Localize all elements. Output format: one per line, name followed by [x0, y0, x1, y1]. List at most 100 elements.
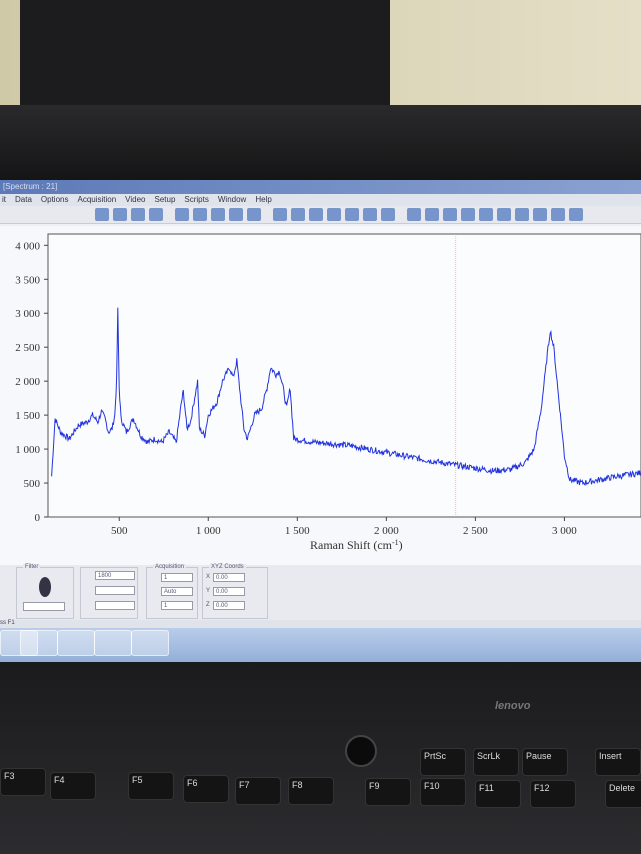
- toolbar-icon[interactable]: [515, 208, 529, 221]
- toolbar-icon[interactable]: [479, 208, 493, 221]
- taskbar-library[interactable]: [94, 630, 132, 656]
- toolbar-icon[interactable]: [533, 208, 547, 221]
- x-axis-label: Raman Shift (cm-1): [310, 538, 403, 553]
- toolbar-icon[interactable]: [175, 208, 189, 221]
- y-tick-label: 3 500: [15, 274, 40, 286]
- toolbar-icon[interactable]: [461, 208, 475, 221]
- acq-time-field[interactable]: 1: [161, 573, 193, 582]
- menu-window[interactable]: Window: [218, 194, 246, 206]
- x-coord-field[interactable]: 0.00: [213, 573, 245, 582]
- key-f12[interactable]: F12: [530, 780, 576, 808]
- menu-help[interactable]: Help: [255, 194, 271, 206]
- x-tick-label: 1 500: [285, 525, 310, 537]
- taskbar-paint[interactable]: [57, 630, 95, 656]
- taskbar-app[interactable]: [131, 630, 169, 656]
- x-axis-label: X: [206, 574, 211, 580]
- toolbar-icon[interactable]: [497, 208, 511, 221]
- key-f11[interactable]: F11: [475, 780, 521, 808]
- taskbar: [0, 628, 641, 662]
- filter-group: Filter: [16, 564, 74, 619]
- status-bar: ss F1: [0, 620, 641, 628]
- x-tick-label: 1 000: [196, 525, 221, 537]
- laptop-screen: [Spectrum : 21] it Data Options Acquisit…: [0, 180, 641, 662]
- key-f5[interactable]: F5: [128, 772, 174, 800]
- menu-data[interactable]: Data: [15, 194, 32, 206]
- toolbar-icon[interactable]: [273, 208, 287, 221]
- filter-select[interactable]: [23, 602, 65, 611]
- toolbar-icon[interactable]: [443, 208, 457, 221]
- power-button[interactable]: [345, 735, 377, 767]
- toolbar-icon[interactable]: [327, 208, 341, 221]
- acq-count-field[interactable]: 1: [161, 601, 193, 610]
- filter-wheel-icon: [39, 577, 51, 597]
- menu-options[interactable]: Options: [41, 194, 69, 206]
- key-f8[interactable]: F8: [288, 777, 334, 805]
- y-coord-field[interactable]: 0.00: [213, 587, 245, 596]
- y-tick-label: 2 000: [15, 376, 40, 388]
- key-f6[interactable]: F6: [183, 775, 229, 803]
- key-f9[interactable]: F9: [365, 778, 411, 806]
- z-coord-field[interactable]: 0.00: [213, 601, 245, 610]
- y-tick-label: 1 000: [15, 444, 40, 456]
- y-tick-label: 3 000: [15, 308, 40, 320]
- toolbar-icon[interactable]: [345, 208, 359, 221]
- acquisition-label: Acquisition: [153, 564, 187, 570]
- toolbar-icon[interactable]: [131, 208, 145, 221]
- acq-mode-field[interactable]: Auto: [161, 587, 193, 596]
- y-tick-label: 1 500: [15, 410, 40, 422]
- toolbar-icon[interactable]: [193, 208, 207, 221]
- acquisition-group: Acquisition 1 Auto 1: [146, 564, 198, 619]
- key-scrlk[interactable]: ScrLk: [473, 748, 519, 776]
- x-tick-label: 2 000: [374, 525, 399, 537]
- key-f3[interactable]: F3: [0, 768, 46, 796]
- key-f4[interactable]: F4: [50, 772, 96, 800]
- taskbar-control-panel[interactable]: [20, 630, 58, 656]
- toolbar-icon[interactable]: [149, 208, 163, 221]
- y-axis-label: Y: [206, 588, 211, 594]
- menu-scripts[interactable]: Scripts: [184, 194, 208, 206]
- menu-setup[interactable]: Setup: [155, 194, 176, 206]
- spectrum-chart: 0 500 1 000 1 500 2 000 2 500 3 000 3 500 4 000 5…: [0, 226, 641, 571]
- toolbar-icon[interactable]: [551, 208, 565, 221]
- toolbar-icon[interactable]: [381, 208, 395, 221]
- menu-bar: it Data Options Acquisition Video Setup …: [0, 194, 641, 206]
- toolbar-icon[interactable]: [407, 208, 421, 221]
- y-tick-label: 500: [24, 478, 41, 490]
- toolbar-icon[interactable]: [113, 208, 127, 221]
- key-delete[interactable]: Delete: [605, 780, 641, 808]
- menu-video[interactable]: Video: [125, 194, 145, 206]
- toolbar-icon[interactable]: [425, 208, 439, 221]
- xyz-label: XYZ Coords: [209, 564, 246, 570]
- laser-field[interactable]: [95, 601, 135, 610]
- toolbar-icon[interactable]: [95, 208, 109, 221]
- toolbar-icon[interactable]: [247, 208, 261, 221]
- toolbar: [0, 206, 641, 224]
- hole-select[interactable]: [95, 586, 135, 595]
- y-tick-label: 0: [35, 512, 41, 524]
- toolbar-icon[interactable]: [569, 208, 583, 221]
- grating-select[interactable]: 1800: [95, 571, 135, 580]
- toolbar-icon[interactable]: [229, 208, 243, 221]
- laptop-bezel: [0, 105, 641, 190]
- x-tick-label: 2 500: [463, 525, 488, 537]
- key-f10[interactable]: F10: [420, 778, 466, 806]
- menu-acquisition[interactable]: Acquisition: [77, 194, 116, 206]
- key-insert[interactable]: Insert: [595, 748, 641, 776]
- background-monitor: [20, 0, 390, 105]
- key-prtsc[interactable]: PrtSc: [420, 748, 466, 776]
- toolbar-icon[interactable]: [211, 208, 225, 221]
- z-axis-label: Z: [206, 602, 210, 608]
- y-tick-label: 2 500: [15, 342, 40, 354]
- toolbar-icon[interactable]: [309, 208, 323, 221]
- key-pause[interactable]: Pause: [522, 748, 568, 776]
- key-f7[interactable]: F7: [235, 777, 281, 805]
- control-panel: Filter 1800 Acquisition 1 Auto 1 XYZ Coo…: [0, 564, 641, 625]
- x-tick-label: 500: [111, 525, 128, 537]
- x-tick-label: 3 000: [552, 525, 577, 537]
- toolbar-icon[interactable]: [363, 208, 377, 221]
- brand-logo: lenovo: [495, 700, 531, 712]
- toolbar-icon[interactable]: [291, 208, 305, 221]
- window-title: [Spectrum : 21]: [0, 180, 641, 194]
- menu-edit[interactable]: it: [2, 194, 6, 206]
- plot-area: [47, 233, 641, 518]
